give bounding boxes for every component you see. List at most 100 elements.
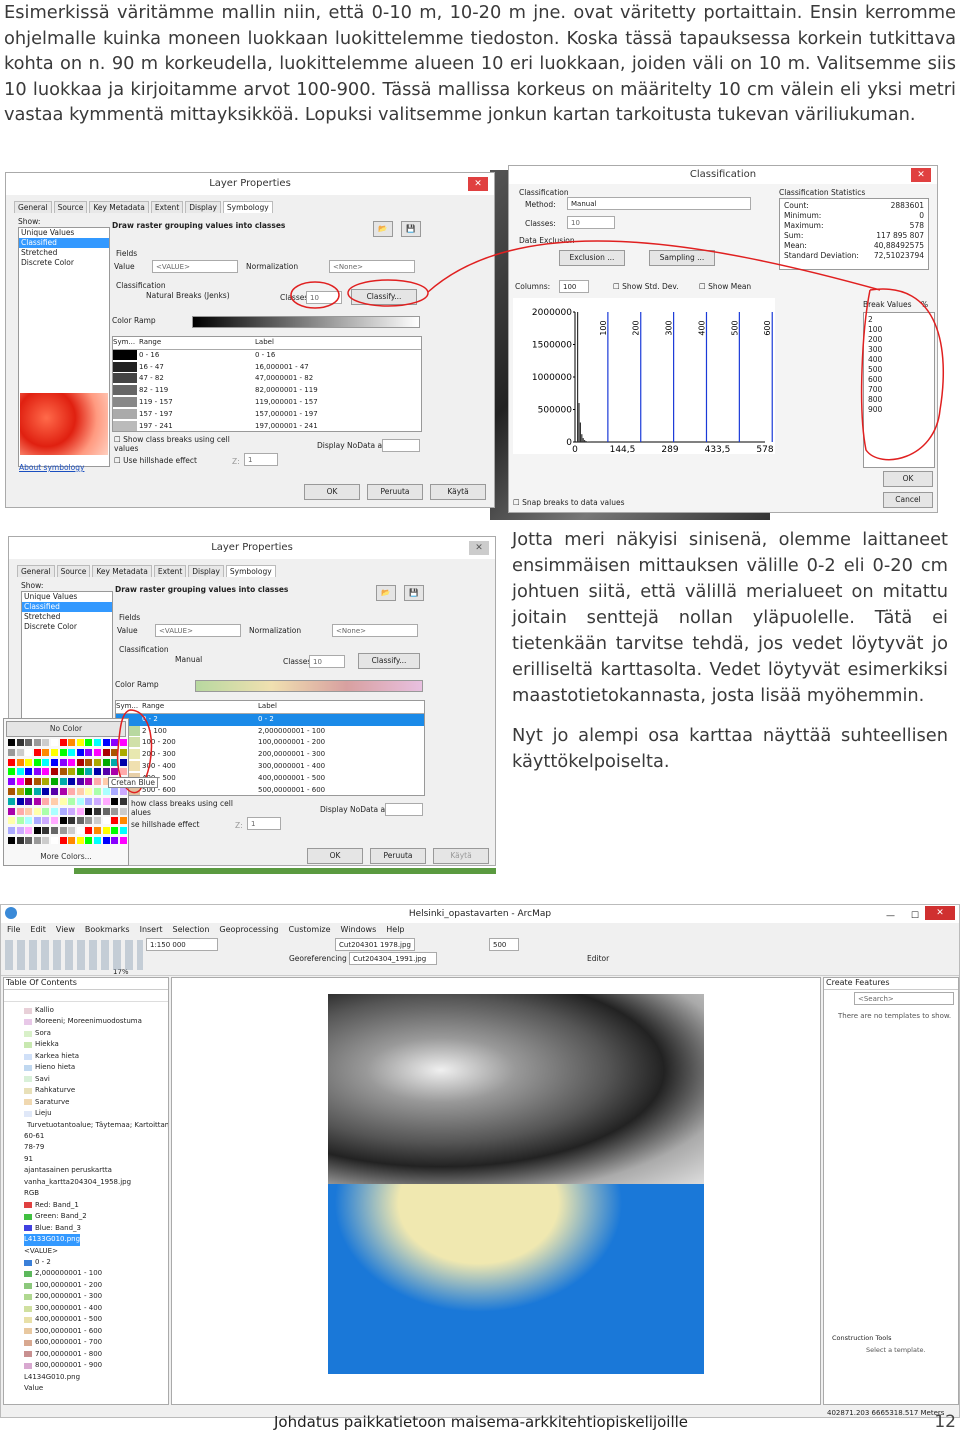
palette-swatch[interactable] [85, 758, 93, 766]
palette-swatch[interactable] [33, 768, 41, 776]
toc-item[interactable]: 500,0000001 - 600 [24, 1326, 168, 1337]
menu-selection[interactable]: Selection [173, 923, 210, 936]
palette-swatch[interactable] [102, 817, 110, 825]
palette-swatch[interactable] [42, 768, 50, 776]
color-ramp[interactable] [195, 680, 423, 692]
palette-swatch[interactable] [119, 827, 127, 835]
palette-swatch[interactable] [16, 748, 24, 756]
palette-swatch[interactable] [76, 768, 84, 776]
palette-swatch[interactable] [59, 797, 67, 805]
palette-swatch[interactable] [59, 778, 67, 786]
palette-swatch[interactable] [33, 739, 41, 746]
tab-extent[interactable]: Extent [153, 565, 187, 577]
palette-swatch[interactable] [42, 817, 50, 825]
toc-item[interactable]: 600,0000001 - 700 [24, 1337, 168, 1348]
palette-swatch[interactable] [33, 807, 41, 815]
toc-item[interactable]: 60-61 [24, 1131, 168, 1142]
palette-swatch[interactable] [111, 817, 119, 825]
palette-swatch[interactable] [51, 817, 58, 825]
editor-menu[interactable]: Editor [587, 954, 609, 963]
toc-item[interactable]: Saraturve [24, 1097, 168, 1108]
palette-swatch[interactable] [59, 827, 67, 835]
palette-swatch[interactable] [25, 739, 33, 746]
hillshade-checkbox[interactable]: se hillshade effect [131, 820, 199, 829]
palette-swatch[interactable] [85, 748, 93, 756]
tab-general[interactable]: General [17, 565, 55, 577]
toc-item[interactable]: 2,000000001 - 100 [24, 1268, 168, 1279]
palette-swatch[interactable] [25, 768, 33, 776]
palette-swatch[interactable] [94, 837, 101, 844]
palette-swatch[interactable] [59, 758, 67, 766]
menu-file[interactable]: File [7, 923, 20, 936]
palette-swatch[interactable] [16, 768, 24, 776]
value-input[interactable]: 500 [489, 938, 519, 951]
palette-swatch[interactable] [85, 788, 93, 795]
palette-swatch[interactable] [25, 748, 33, 756]
ok-button[interactable]: OK [307, 848, 363, 864]
palette-swatch[interactable] [51, 758, 58, 766]
georef-dropdown[interactable]: Cut204304_1991.jpg [349, 952, 437, 965]
toc-item[interactable]: Karkea hieta [24, 1051, 168, 1062]
close-icon[interactable]: ✕ [925, 906, 955, 920]
show-item[interactable]: Discrete Color [22, 622, 112, 632]
toc-item[interactable]: Kallio [24, 1005, 168, 1016]
palette-swatch[interactable] [85, 827, 93, 835]
menu-bookmarks[interactable]: Bookmarks [85, 923, 130, 936]
show-item[interactable]: Stretched [22, 612, 112, 622]
value-dropdown[interactable]: <VALUE> [155, 624, 241, 637]
palette-swatch[interactable] [59, 807, 67, 815]
palette-swatch[interactable] [25, 827, 33, 835]
palette-swatch[interactable] [94, 817, 101, 825]
toc-item[interactable]: Blue: Band_3 [24, 1223, 168, 1234]
toc-item[interactable]: L4133G010.png [24, 1234, 168, 1246]
show-item[interactable]: Classified [22, 602, 112, 612]
toc-item[interactable]: Moreeni; Moreenimuodostuma [24, 1016, 168, 1027]
palette-swatch[interactable] [33, 827, 41, 835]
palette-swatch[interactable] [33, 788, 41, 795]
palette-swatch[interactable] [85, 807, 93, 815]
toc-item[interactable]: ajantasainen peruskartta [24, 1165, 168, 1176]
palette-swatch[interactable] [8, 817, 15, 825]
palette-swatch[interactable] [76, 788, 84, 795]
toc-item[interactable]: L4134G010.png [24, 1372, 168, 1383]
palette-swatch[interactable] [25, 758, 33, 766]
palette-swatch[interactable] [76, 748, 84, 756]
palette-swatch[interactable] [8, 797, 15, 805]
palette-swatch[interactable] [68, 837, 76, 844]
palette-swatch[interactable] [76, 739, 84, 746]
toc-item[interactable]: vanha_kartta204304_1958.jpg [24, 1177, 168, 1188]
palette-swatch[interactable] [59, 788, 67, 795]
scale-dropdown[interactable]: 1:150 000 [146, 938, 218, 951]
open-icon[interactable]: 📂 [376, 585, 396, 601]
close-button[interactable]: ✕ [469, 541, 489, 555]
palette-swatch[interactable] [16, 778, 24, 786]
palette-swatch[interactable] [76, 837, 84, 844]
palette-swatch[interactable] [8, 788, 15, 795]
palette-swatch[interactable] [8, 768, 15, 776]
palette-swatch[interactable] [85, 778, 93, 786]
palette-swatch[interactable] [68, 817, 76, 825]
palette-swatch[interactable] [85, 817, 93, 825]
toc-item[interactable]: 300,0000001 - 400 [24, 1303, 168, 1314]
palette-swatch[interactable] [68, 827, 76, 835]
menu-view[interactable]: View [56, 923, 75, 936]
show-item[interactable]: Unique Values [22, 592, 112, 602]
menu-edit[interactable]: Edit [30, 923, 46, 936]
palette-swatch[interactable] [16, 807, 24, 815]
palette-swatch[interactable] [76, 807, 84, 815]
toc-item[interactable]: Lieju [24, 1108, 168, 1119]
palette-swatch[interactable] [33, 837, 41, 844]
palette-swatch[interactable] [16, 827, 24, 835]
normalization-dropdown[interactable]: <None> [332, 624, 418, 637]
palette-swatch[interactable] [68, 748, 76, 756]
palette-swatch[interactable] [25, 837, 33, 844]
palette-swatch[interactable] [51, 788, 58, 795]
save-icon[interactable]: 💾 [404, 585, 424, 601]
palette-swatch[interactable] [8, 739, 15, 746]
palette-swatch[interactable] [8, 778, 15, 786]
palette-swatch[interactable] [16, 788, 24, 795]
palette-swatch[interactable] [16, 758, 24, 766]
palette-swatch[interactable] [68, 807, 76, 815]
palette-swatch[interactable] [51, 778, 58, 786]
palette-swatch[interactable] [59, 739, 67, 746]
